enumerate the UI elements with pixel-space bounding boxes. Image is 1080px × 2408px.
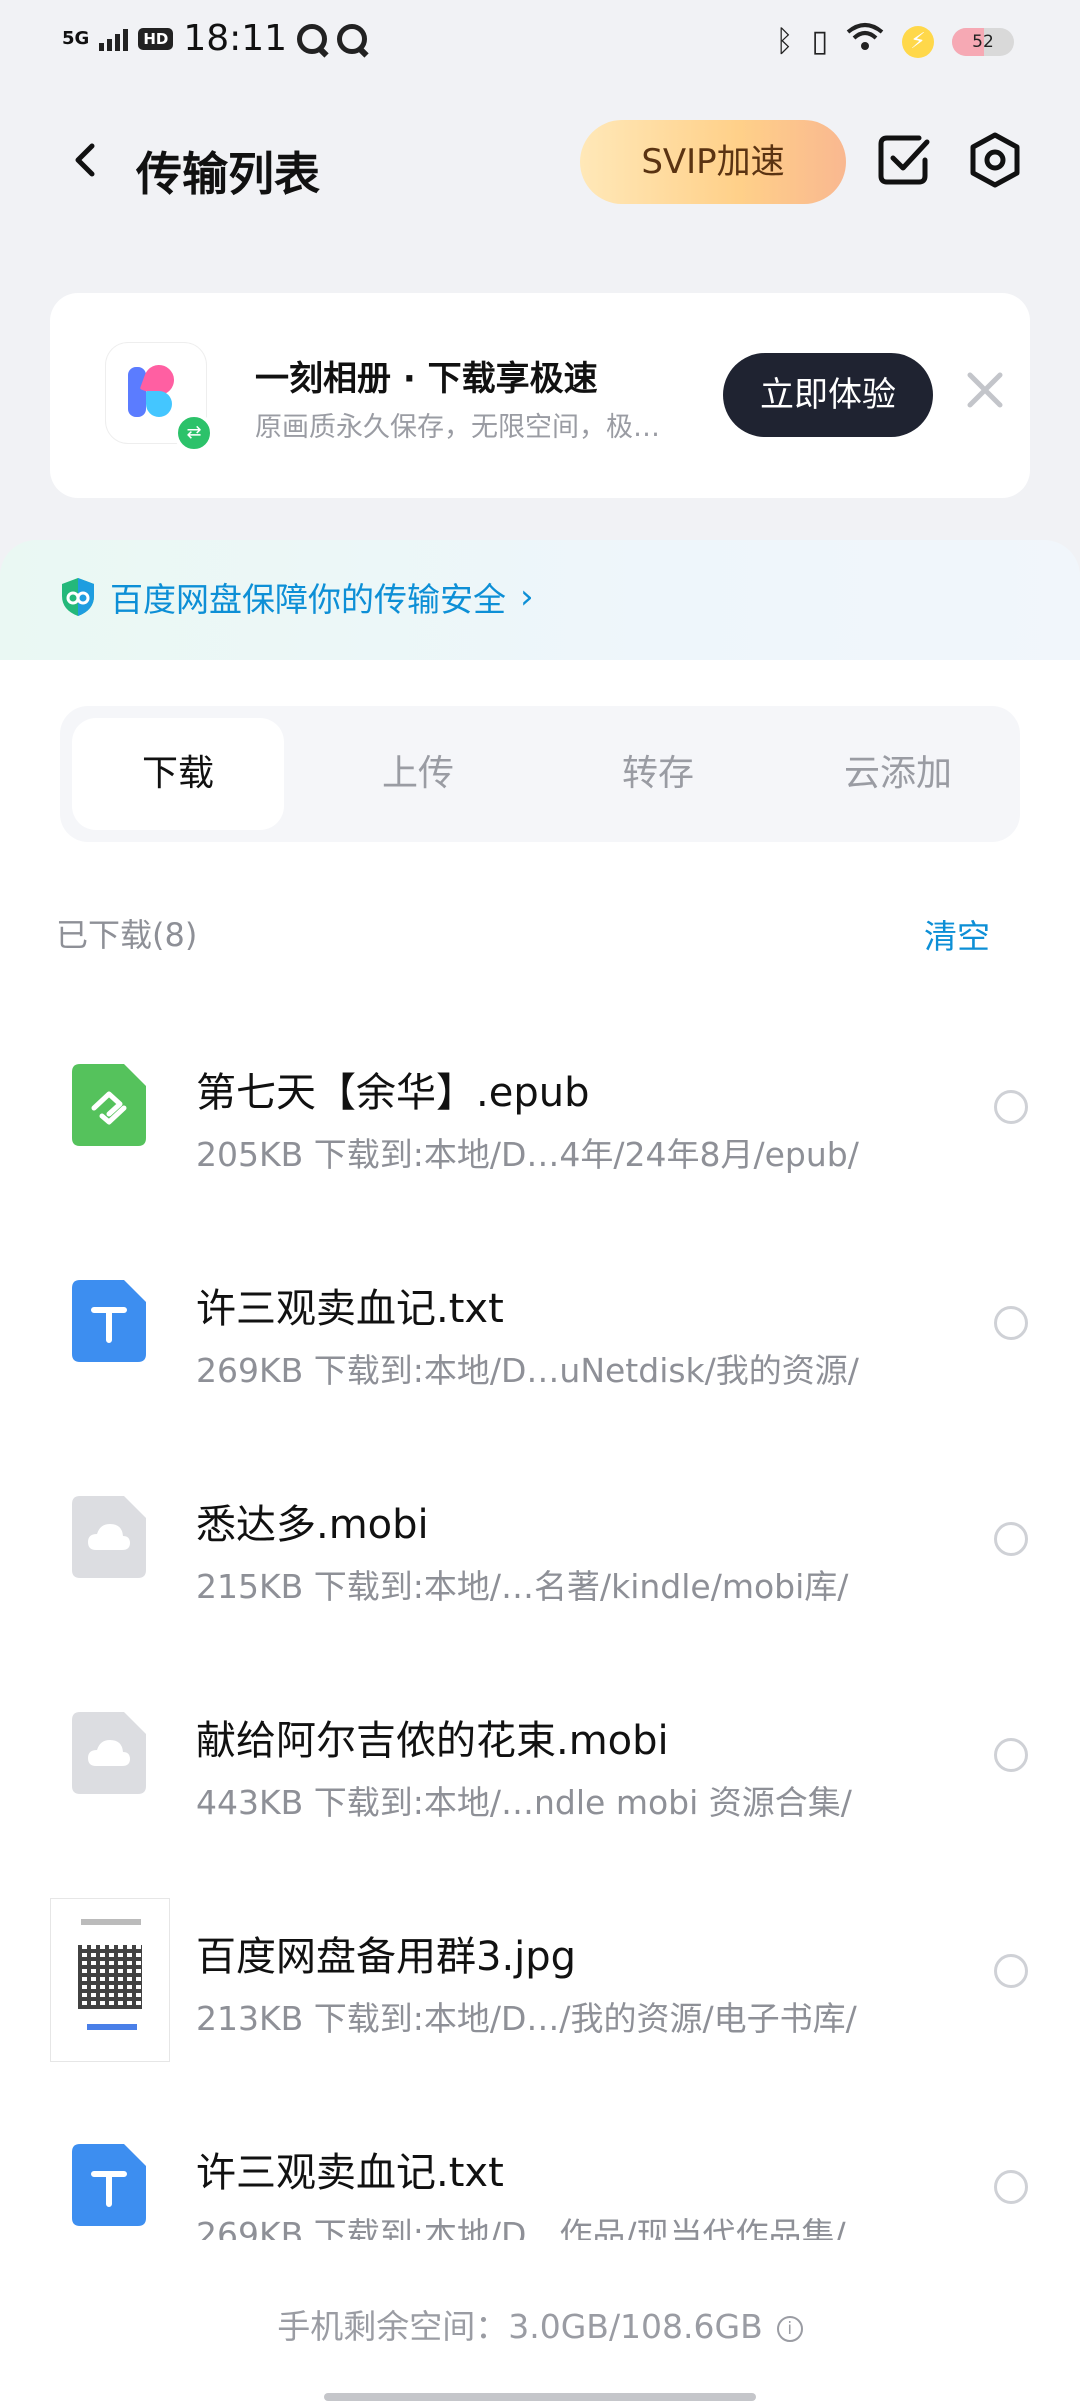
file-name: 献给阿尔吉侬的花束.mobi: [196, 1718, 669, 1764]
notification-q-icon: [297, 23, 328, 54]
file-meta: 443KB 下载到:本地/…ndle mobi 资源合集/: [196, 1783, 852, 1822]
file-meta: 269KB 下载到:本地/D…作品/现当代作品集/: [196, 2215, 846, 2240]
list-item[interactable]: 献给阿尔吉侬的花束.mobi 443KB 下载到:本地/…ndle mobi 资…: [0, 1668, 1080, 1884]
notification-q-icon-2: [337, 23, 368, 54]
select-radio[interactable]: [994, 1306, 1028, 1340]
file-name: 许三观卖血记.txt: [196, 2150, 504, 2196]
info-icon[interactable]: i: [776, 2316, 803, 2342]
file-name: 百度网盘备用群3.jpg: [196, 1934, 577, 1980]
select-radio[interactable]: [994, 1522, 1028, 1556]
tab-download[interactable]: 下载: [72, 718, 284, 830]
file-meta: 213KB 下载到:本地/D…/我的资源/电子书库/: [196, 1999, 857, 2038]
network-type: 5G: [62, 27, 90, 49]
security-banner[interactable]: 百度网盘保障你的传输安全 ›: [58, 573, 534, 621]
settings-icon: [970, 132, 1020, 188]
tab-save[interactable]: 转存: [552, 718, 764, 830]
transfer-tabs: 下载 上传 转存 云添加: [60, 706, 1020, 842]
txt-file-icon: [72, 1280, 146, 1362]
yike-album-logo: ⇄: [106, 343, 214, 453]
file-meta: 205KB 下载到:本地/D…4年/24年8月/epub/: [196, 1135, 859, 1174]
status-bar: 5G HD 18:11 ᛒ ▯ ⚡ 52: [0, 0, 1080, 80]
file-name: 许三观卖血记.txt: [196, 1286, 504, 1332]
promo-subtitle: 原画质永久保存，无限空间，极…: [255, 412, 660, 443]
epub-file-icon: [72, 1064, 146, 1146]
wifi-icon: [846, 22, 884, 61]
charging-icon: ⚡: [902, 25, 934, 58]
storage-text: 手机剩余空间：3.0GB/108.6GB: [277, 2307, 763, 2346]
close-icon: [967, 372, 1003, 408]
select-radio[interactable]: [994, 2170, 1028, 2204]
list-item[interactable]: 许三观卖血记.txt 269KB 下载到:本地/D…uNetdisk/我的资源/: [0, 1236, 1080, 1452]
tab-upload[interactable]: 上传: [312, 718, 524, 830]
storage-info: 手机剩余空间：3.0GB/108.6GB i: [0, 2300, 1080, 2348]
downloaded-count: 已下载(8): [56, 916, 198, 954]
transfer-badge-icon: ⇄: [174, 413, 214, 453]
battery-level: 52: [972, 31, 994, 52]
file-list: 第七天【余华】.epub 205KB 下载到:本地/D…4年/24年8月/epu…: [0, 1020, 1080, 2240]
select-radio[interactable]: [994, 1738, 1028, 1772]
shield-icon: [62, 578, 94, 616]
list-item[interactable]: 百度网盘备用群3.jpg 213KB 下载到:本地/D…/我的资源/电子书库/: [0, 1884, 1080, 2100]
bluetooth-icon: ᛒ: [775, 23, 794, 59]
file-meta: 269KB 下载到:本地/D…uNetdisk/我的资源/: [196, 1351, 859, 1390]
cloud-file-icon: [72, 1496, 146, 1578]
back-arrow-icon: [75, 143, 95, 177]
file-name: 第七天【余华】.epub: [196, 1070, 590, 1116]
promo-close-button[interactable]: [960, 365, 1010, 415]
signal-icon: [99, 27, 129, 51]
page-title: 传输列表: [136, 147, 320, 201]
chevron-right-icon: ›: [520, 577, 534, 617]
svip-accelerate-button[interactable]: SVIP加速: [580, 120, 846, 204]
hd-icon: HD: [138, 27, 174, 50]
battery-icon: 52: [952, 27, 1014, 56]
clock: 18:11: [183, 18, 288, 59]
txt-file-icon: [72, 2144, 146, 2226]
tab-cloud-add[interactable]: 云添加: [792, 718, 1004, 830]
header: 传输列表 SVIP加速: [0, 110, 1080, 220]
list-item[interactable]: 许三观卖血记.txt 269KB 下载到:本地/D…作品/现当代作品集/: [0, 2100, 1080, 2240]
cloud-file-icon: [72, 1712, 146, 1794]
security-text: 百度网盘保障你的传输安全: [110, 580, 506, 619]
file-meta: 215KB 下载到:本地/…名著/kindle/mobi库/: [196, 1567, 849, 1606]
back-button[interactable]: [66, 132, 116, 192]
select-radio[interactable]: [994, 1090, 1028, 1124]
settings-button[interactable]: [965, 130, 1025, 190]
clear-button[interactable]: 清空: [924, 910, 990, 958]
list-item[interactable]: 第七天【余华】.epub 205KB 下载到:本地/D…4年/24年8月/epu…: [0, 1020, 1080, 1236]
list-item[interactable]: 悉达多.mobi 215KB 下载到:本地/…名著/kindle/mobi库/: [0, 1452, 1080, 1668]
multi-select-icon: [878, 135, 930, 185]
file-name: 悉达多.mobi: [196, 1502, 429, 1548]
multi-select-button[interactable]: [875, 130, 935, 190]
home-indicator[interactable]: [324, 2393, 756, 2401]
vibrate-icon: ▯: [811, 23, 828, 59]
select-radio[interactable]: [994, 1954, 1028, 1988]
try-now-button[interactable]: 立即体验: [723, 353, 933, 437]
promo-card[interactable]: ⇄ 一刻相册 · 下载享极速 原画质永久保存，无限空间，极… 立即体验: [50, 293, 1030, 498]
image-thumbnail: [50, 1898, 170, 2062]
promo-title: 一刻相册 · 下载享极速: [255, 359, 598, 399]
qr-code-icon: [78, 1945, 142, 2009]
